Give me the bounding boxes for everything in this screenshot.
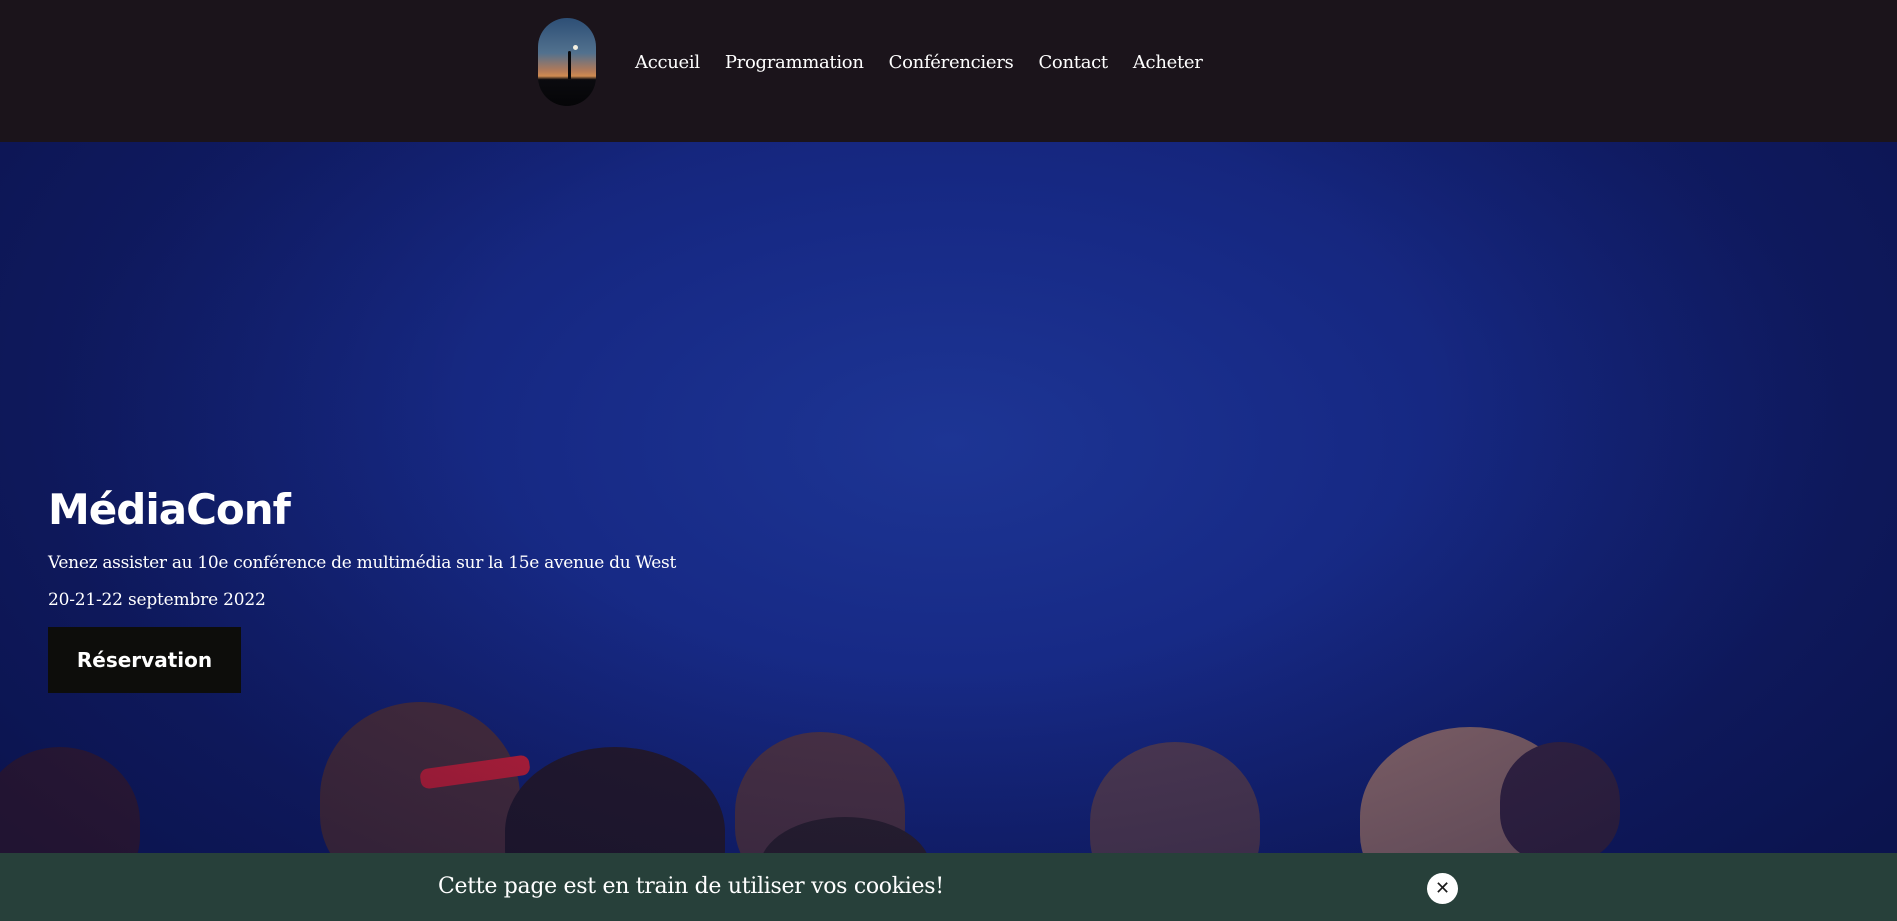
hero-content: MédiaConf Venez assister au 10e conféren…: [48, 485, 677, 694]
nav-link-conferenciers[interactable]: Conférenciers: [889, 52, 1014, 73]
close-icon[interactable]: ✕: [1427, 873, 1458, 904]
logo-icon[interactable]: [538, 18, 596, 106]
nav-link-programmation[interactable]: Programmation: [725, 52, 864, 73]
moon-shape: [573, 45, 578, 50]
cookie-message: Cette page est en train de utiliser vos …: [438, 874, 944, 899]
nav-link-acheter[interactable]: Acheter: [1133, 52, 1203, 73]
event-dates: 20-21-22 septembre 2022: [48, 590, 266, 611]
cookie-banner: Cette page est en train de utiliser vos …: [0, 853, 1897, 921]
figure-silhouette: [568, 51, 571, 79]
hero-subtitle: Venez assister au 10e conférence de mult…: [48, 553, 677, 574]
nav-link-accueil[interactable]: Accueil: [635, 52, 700, 73]
hero-section: MédiaConf Venez assister au 10e conféren…: [0, 142, 1897, 853]
nav-link-contact[interactable]: Contact: [1038, 52, 1108, 73]
site-header: Accueil Programmation Conférenciers Cont…: [0, 0, 1897, 142]
hero-title: MédiaConf: [48, 485, 291, 534]
reservation-button[interactable]: Réservation: [48, 627, 241, 694]
main-nav: Accueil Programmation Conférenciers Cont…: [635, 52, 1228, 73]
